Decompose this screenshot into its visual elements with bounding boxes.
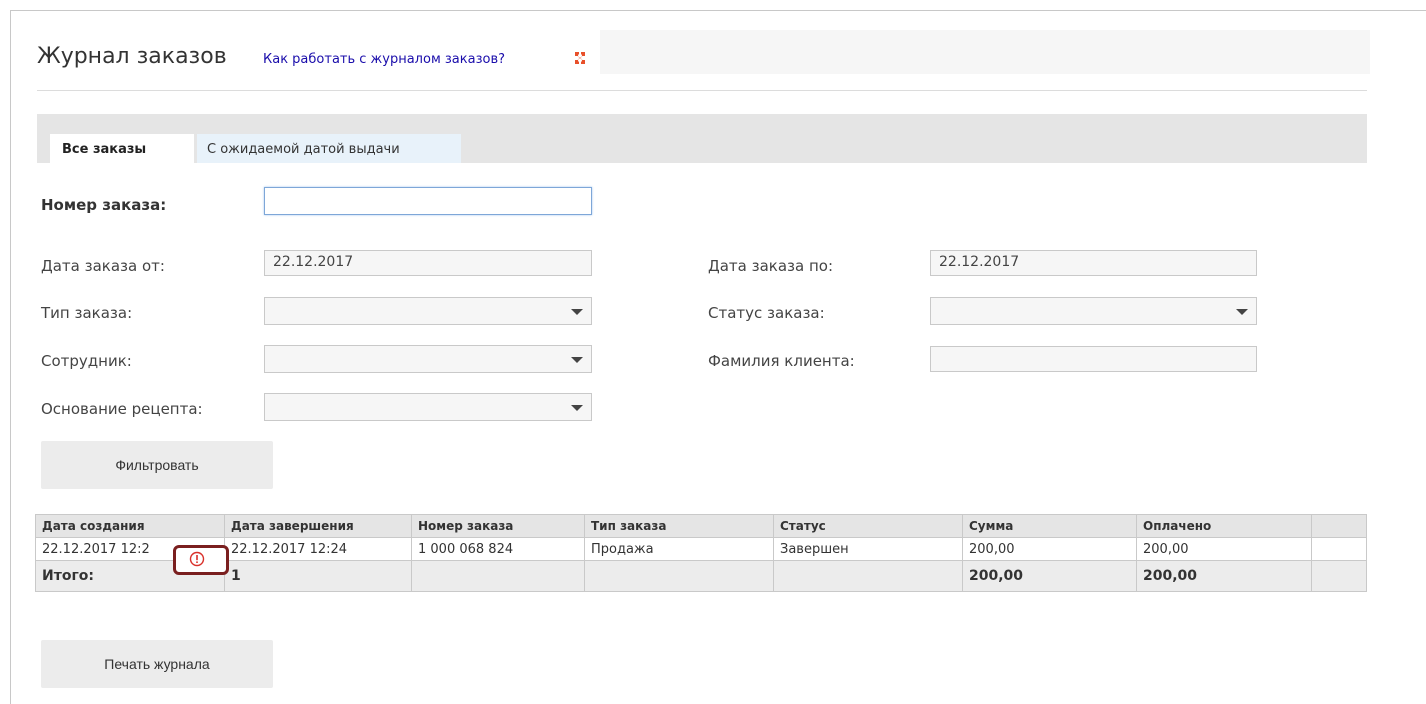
warning-highlight <box>173 545 229 575</box>
order-status-select[interactable] <box>930 297 1257 325</box>
cell-completed: 22.12.2017 12:24 <box>224 537 412 561</box>
total-count: 1 <box>224 560 412 592</box>
prescription-basis-select[interactable] <box>264 393 592 421</box>
cell-order-type: Продажа <box>584 537 774 561</box>
employee-select[interactable] <box>264 345 592 373</box>
column-header-order-type[interactable]: Тип заказа <box>584 514 774 538</box>
table-row[interactable]: 22.12.2017 12:2 22.12.2017 12:24 1 000 0… <box>35 537 1367 561</box>
total-empty-2 <box>584 560 774 592</box>
cell-status: Завершен <box>773 537 963 561</box>
client-surname-input[interactable] <box>930 346 1257 372</box>
print-journal-button[interactable]: Печать журнала <box>41 640 273 688</box>
order-status-label: Статус заказа: <box>708 304 825 322</box>
cell-order-number: 1 000 068 824 <box>411 537 585 561</box>
table-header-row: Дата создания Дата завершения Номер зака… <box>35 514 1367 538</box>
column-header-paid[interactable]: Оплачено <box>1136 514 1312 538</box>
date-from-input[interactable]: 22.12.2017 <box>264 250 592 276</box>
frame-top-border <box>10 10 1426 11</box>
total-empty-4 <box>1311 560 1367 592</box>
frame-left-border <box>10 10 11 704</box>
order-type-label: Тип заказа: <box>41 304 133 322</box>
prescription-basis-label: Основание рецепта: <box>41 400 203 418</box>
cell-paid: 200,00 <box>1136 537 1312 561</box>
date-from-label: Дата заказа от: <box>41 257 165 275</box>
table-total-row: Итого: 1 200,00 200,00 <box>35 560 1367 592</box>
date-to-input[interactable]: 22.12.2017 <box>930 250 1257 276</box>
header-background <box>600 30 1370 74</box>
help-link[interactable]: Как работать с журналом заказов? <box>263 52 505 67</box>
total-empty-3 <box>773 560 963 592</box>
chevron-down-icon <box>1236 309 1248 315</box>
page-title: Журнал заказов <box>37 44 227 69</box>
employee-label: Сотрудник: <box>41 352 132 370</box>
column-header-created[interactable]: Дата создания <box>35 514 225 538</box>
cell-sum: 200,00 <box>962 537 1137 561</box>
chevron-down-icon <box>571 309 583 315</box>
filter-button[interactable]: Фильтровать <box>41 441 273 489</box>
tab-all-orders[interactable]: Все заказы <box>50 134 194 163</box>
chevron-down-icon <box>571 357 583 363</box>
order-number-input[interactable] <box>264 187 592 215</box>
header-divider <box>37 90 1367 91</box>
cell-extra <box>1311 537 1367 561</box>
total-empty-1 <box>411 560 585 592</box>
total-paid: 200,00 <box>1136 560 1312 592</box>
date-to-label: Дата заказа по: <box>708 257 834 275</box>
client-surname-label: Фамилия клиента: <box>708 352 855 370</box>
column-header-order-number[interactable]: Номер заказа <box>411 514 585 538</box>
column-header-extra <box>1311 514 1367 538</box>
order-number-label: Номер заказа: <box>41 196 167 214</box>
column-header-sum[interactable]: Сумма <box>962 514 1137 538</box>
total-sum: 200,00 <box>962 560 1137 592</box>
help-puzzle-icon[interactable] <box>572 50 588 66</box>
warning-exclamation-icon[interactable] <box>189 551 205 567</box>
order-type-select[interactable] <box>264 297 592 325</box>
orders-table: Дата создания Дата завершения Номер зака… <box>35 514 1367 592</box>
column-header-status[interactable]: Статус <box>773 514 963 538</box>
tab-expected-date[interactable]: С ожидаемой датой выдачи <box>197 134 461 163</box>
column-header-completed[interactable]: Дата завершения <box>224 514 412 538</box>
chevron-down-icon <box>571 405 583 411</box>
